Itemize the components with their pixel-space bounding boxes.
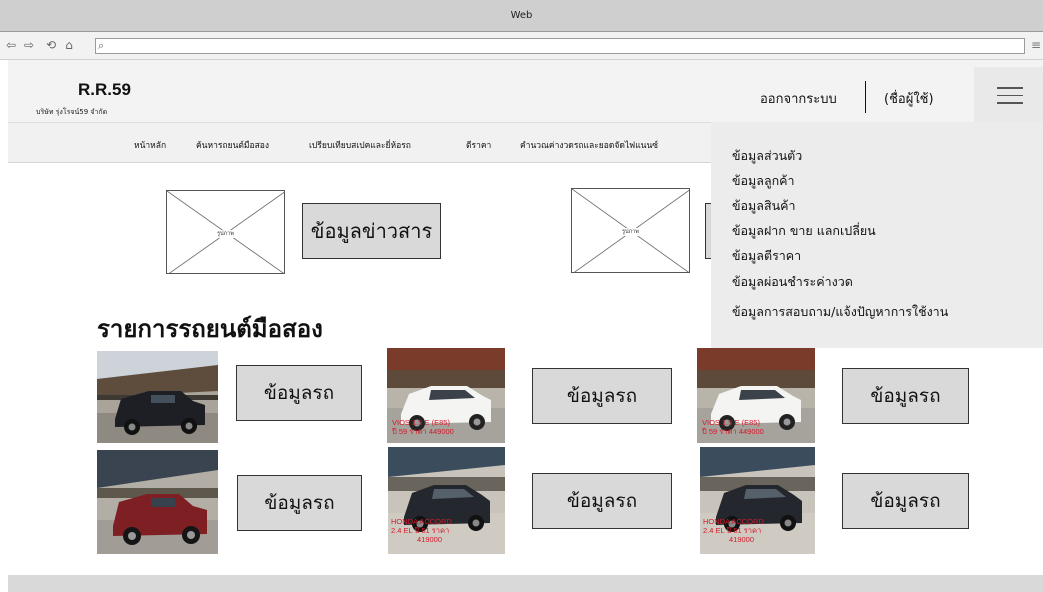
browser-toolbar: ⇦ ⇨ ⟲ ⌂ ⌕ ≡ bbox=[0, 32, 1043, 60]
image-placeholder-label: รูปภาพ bbox=[572, 228, 689, 236]
forward-icon[interactable]: ⇨ bbox=[22, 37, 36, 53]
car-info-button[interactable]: ข้อมูลรถ bbox=[236, 365, 362, 421]
refresh-icon[interactable]: ⟲ bbox=[44, 37, 58, 53]
browser-menu-icon[interactable]: ≡ bbox=[1031, 38, 1041, 52]
car-info-button[interactable]: ข้อมูลรถ bbox=[532, 473, 672, 529]
page-footer bbox=[8, 575, 1043, 592]
car-caption-line: HONDA ACCORD bbox=[391, 517, 452, 526]
user-divider bbox=[865, 81, 866, 113]
nav-home[interactable]: หน้าหลัก bbox=[134, 138, 166, 152]
car-photo-vios-1[interactable]: VIOS 1.5 E (E85) ปี 59 ราคา 449000 bbox=[387, 348, 505, 443]
brand-logo-text[interactable]: R.R.59 bbox=[78, 80, 131, 100]
car-info-button[interactable]: ข้อมูลรถ bbox=[842, 473, 969, 529]
car-caption-line: VIOS 1.5 E (E85) bbox=[392, 418, 450, 427]
dropdown-item-consignment[interactable]: ข้อมูลฝาก ขาย แลกเปลี่ยน bbox=[732, 221, 876, 241]
news-image-placeholder-2: รูปภาพ bbox=[571, 188, 690, 273]
username-label: (ชื่อผู้ใช้) bbox=[884, 92, 934, 107]
dropdown-item-inquiries[interactable]: ข้อมูลการสอบถาม/แจ้งปัญหาการใช้งาน bbox=[732, 302, 948, 322]
car-photo-vios-2[interactable]: VIOS 1.5 E (E85) ปี 59 ราคา 449000 bbox=[697, 348, 815, 443]
car-info-button[interactable]: ข้อมูลรถ bbox=[532, 368, 672, 424]
dropdown-item-customers[interactable]: ข้อมูลลูกค้า bbox=[732, 171, 795, 191]
car-caption-line: ปี 59 ราคา 449000 bbox=[702, 427, 764, 436]
brand-subtitle: บริษัท รุ่งโรจน์59 จำกัด bbox=[36, 108, 108, 116]
nav-search-used-cars[interactable]: ค้นหารถยนต์มือสอง bbox=[196, 138, 269, 152]
nav-appraisal[interactable]: ตีราคา bbox=[466, 138, 491, 152]
car-photo-mitsubishi[interactable] bbox=[97, 351, 218, 443]
car-photo-honda-1[interactable]: HONDA ACCORD 2.4 EL ปี 51 ราคา 419000 bbox=[388, 447, 505, 554]
car-photo-honda-2[interactable]: HONDA ACCORD 2.4 EL ปี 51 ราคา 419000 bbox=[700, 447, 815, 554]
nav-installment-calculator[interactable]: คำนวณค่างวดรถและยอดจัดไฟแนนซ์ bbox=[520, 138, 658, 152]
url-bar[interactable]: ⌕ bbox=[95, 38, 1025, 54]
car-caption-line: 2.4 EL ปี 51 ราคา bbox=[703, 526, 762, 535]
dropdown-item-profile[interactable]: ข้อมูลส่วนตัว bbox=[732, 146, 802, 166]
back-icon[interactable]: ⇦ bbox=[4, 37, 18, 53]
news-info-button[interactable]: ข้อมูลข่าวสาร bbox=[302, 203, 441, 259]
window-title: Web bbox=[510, 10, 533, 21]
logout-link[interactable]: ออกจากระบบ bbox=[760, 88, 837, 109]
site-header: R.R.59 บริษัท รุ่งโรจน์59 จำกัด ออกจากระ… bbox=[8, 60, 1043, 123]
car-caption-line: 419000 bbox=[729, 535, 755, 544]
car-info-button[interactable]: ข้อมูลรถ bbox=[842, 368, 969, 424]
car-caption-line: HONDA ACCORD bbox=[703, 517, 764, 526]
car-caption-line: 2.4 EL ปี 51 ราคา bbox=[391, 526, 450, 535]
dropdown-item-appraisal[interactable]: ข้อมูลตีราคา bbox=[732, 246, 801, 266]
window-title-bar: Web bbox=[0, 0, 1043, 32]
news-image-placeholder-1: รูปภาพ bbox=[166, 190, 285, 274]
hamburger-menu-icon[interactable] bbox=[997, 87, 1023, 110]
car-caption-line: ปี 59 ราคา 449000 bbox=[392, 427, 454, 436]
car-caption-line: VIOS 1.5 E (E85) bbox=[702, 418, 760, 427]
search-icon: ⌕ bbox=[98, 39, 105, 52]
dropdown-item-products[interactable]: ข้อมูลสินค้า bbox=[732, 196, 796, 216]
image-placeholder-label: รูปภาพ bbox=[167, 230, 284, 238]
section-title: รายการรถยนต์มือสอง bbox=[97, 315, 323, 343]
dropdown-item-installments[interactable]: ข้อมูลผ่อนชำระค่างวด bbox=[732, 272, 853, 292]
nav-compare-specs[interactable]: เปรียบเทียบสเปคและยี่ห้อรถ bbox=[309, 138, 411, 152]
car-photo-isuzu[interactable] bbox=[97, 450, 218, 554]
car-info-button[interactable]: ข้อมูลรถ bbox=[237, 475, 362, 531]
car-caption-line: 419000 bbox=[417, 535, 443, 544]
home-icon[interactable]: ⌂ bbox=[62, 37, 76, 53]
